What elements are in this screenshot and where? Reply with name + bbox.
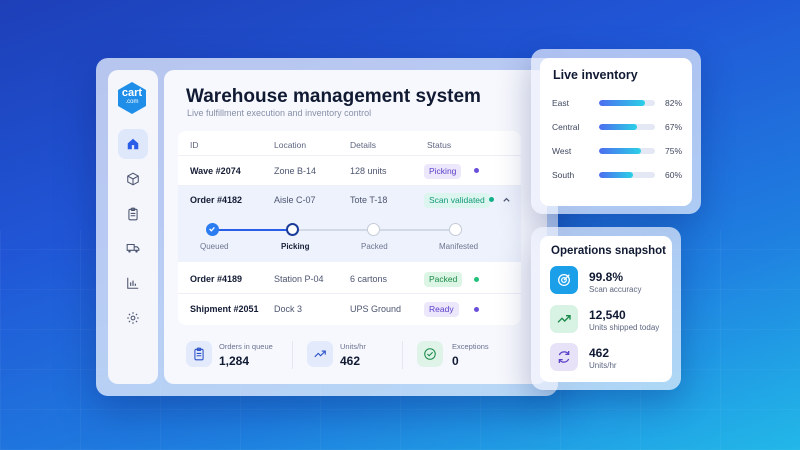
stat-value-orders-in-queue: 1,284 [219, 354, 250, 368]
check-circle-icon [424, 348, 436, 360]
inventory-bar-track [599, 148, 655, 154]
page-title: Warehouse management system [186, 86, 481, 107]
inventory-percent: 60% [665, 170, 683, 180]
snapshot-icon-box [550, 305, 578, 333]
sidebar-item-home[interactable] [118, 129, 148, 159]
step-picking [286, 223, 299, 236]
page-subtitle: Live fulfillment execution and inventory… [187, 108, 372, 118]
step-label-manifested: Manifested [439, 242, 479, 251]
inventory-label: South [552, 170, 575, 180]
step-label-picking: Picking [281, 242, 310, 251]
sidebar-item-inventory[interactable] [118, 164, 148, 194]
column-header-id[interactable]: ID [190, 140, 199, 150]
status-dot [489, 197, 494, 202]
clipboard-icon [194, 347, 204, 361]
row-location: Dock 3 [274, 304, 303, 314]
row-id: Wave #2074 [190, 166, 241, 176]
snapshot-icon-box [550, 343, 578, 371]
snapshot-label: Units/hr [589, 361, 617, 370]
chevron-up-icon[interactable] [502, 195, 511, 204]
step-queued [206, 223, 219, 236]
logo-text: cart [121, 87, 143, 99]
divider [402, 341, 403, 369]
status-badge: Picking [424, 164, 462, 179]
status-dot [474, 307, 479, 312]
stat-icon-box [307, 341, 333, 367]
trend-up-icon [314, 350, 326, 358]
row-details: UPS Ground [350, 304, 402, 314]
stat-label-exceptions: Exceptions [452, 342, 489, 351]
refresh-icon [558, 351, 570, 363]
clipboard-icon [128, 207, 138, 221]
column-header-details[interactable]: Details [350, 140, 376, 150]
snapshot-label: Scan accuracy [589, 285, 642, 294]
inventory-bar-fill [599, 100, 645, 106]
step-label-queued: Queued [200, 242, 229, 251]
divider [178, 185, 521, 186]
status-dot [474, 168, 479, 173]
sidebar-item-shipping[interactable] [118, 233, 148, 263]
row-details: Tote T-18 [350, 195, 388, 205]
divider [178, 155, 521, 156]
row-location: Zone B-14 [274, 166, 317, 176]
home-icon [127, 138, 139, 150]
inventory-label: West [552, 146, 572, 156]
stat-value-exceptions: 0 [452, 354, 459, 368]
status-dot [474, 277, 479, 282]
snapshot-title: Operations snapshot [551, 245, 667, 257]
trend-up-icon [557, 315, 571, 323]
gear-icon [127, 312, 139, 324]
inventory-label: East [552, 98, 570, 108]
status-badge: Packed [424, 272, 463, 287]
row-details: 128 units [350, 166, 387, 176]
inventory-label: Central [552, 122, 580, 132]
truck-icon [126, 243, 140, 253]
snapshot-value: 12,540 [589, 308, 626, 322]
logo-subtext: .com [125, 99, 139, 105]
sidebar-item-reports[interactable] [118, 268, 148, 298]
stat-label-orders-in-queue: Orders in queue [219, 342, 273, 351]
inventory-bar-fill [599, 124, 637, 130]
step-label-packed: Packed [361, 242, 388, 251]
checkmark-icon [209, 226, 215, 232]
row-location: Station P-04 [274, 274, 324, 284]
stat-label-units-hr: Units/hr [340, 342, 366, 351]
row-id: Order #4189 [190, 274, 243, 284]
stepper-progress-line [213, 229, 292, 231]
column-header-status[interactable]: Status [427, 140, 451, 150]
inventory-percent: 67% [665, 122, 683, 132]
inventory-percent: 75% [665, 146, 683, 156]
divider [178, 293, 521, 294]
stat-value-units-hr: 462 [340, 354, 361, 368]
step-manifested [449, 223, 462, 236]
snapshot-label: Units shipped today [589, 323, 660, 332]
inventory-bar-track [599, 100, 655, 106]
snapshot-value: 462 [589, 346, 610, 360]
sidebar-item-settings[interactable] [118, 303, 148, 333]
inventory-bar-fill [599, 148, 641, 154]
sidebar-item-orders[interactable] [118, 199, 148, 229]
inventory-bar-fill [599, 172, 633, 178]
inventory-percent: 82% [665, 98, 683, 108]
divider [292, 341, 293, 369]
row-details: 6 cartons [350, 274, 388, 284]
inventory-bar-track [599, 172, 655, 178]
target-icon [558, 274, 570, 286]
snapshot-icon-box [550, 266, 578, 294]
inventory-title: Live inventory [553, 68, 638, 82]
stat-icon-box [417, 341, 443, 367]
status-badge: Ready [424, 302, 459, 317]
status-badge: Scan validated [424, 193, 490, 208]
stat-icon-box [186, 341, 212, 367]
box-icon [127, 172, 139, 186]
row-location: Aisle C-07 [274, 195, 316, 205]
row-id: Order #4182 [190, 195, 243, 205]
snapshot-value: 99.8% [589, 270, 624, 284]
column-header-location[interactable]: Location [274, 140, 306, 150]
inventory-bar-track [599, 124, 655, 130]
step-packed [367, 223, 380, 236]
row-id: Shipment #2051 [190, 304, 259, 314]
bar-chart-icon [127, 277, 139, 289]
